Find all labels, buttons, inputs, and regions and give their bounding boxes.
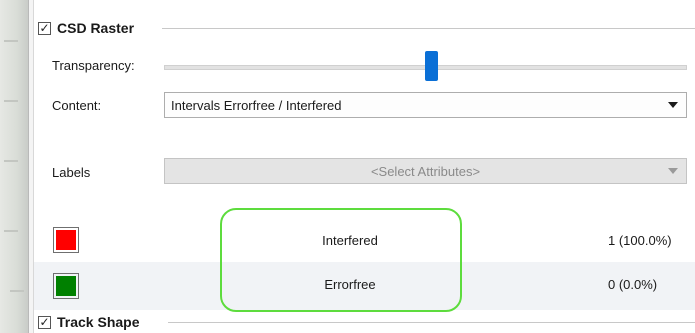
csd-raster-title: CSD Raster xyxy=(57,20,135,36)
track-shape-title: Track Shape xyxy=(57,314,140,330)
annotation-highlight-box xyxy=(220,208,462,312)
labels-dropdown-placeholder: <Select Attributes> xyxy=(370,163,481,179)
errorfree-count: 0 (0.0%) xyxy=(608,277,658,292)
map-background-strip xyxy=(0,0,28,333)
interfered-count: 1 (100.0%) xyxy=(608,233,672,248)
errorfree-color-swatch[interactable] xyxy=(53,273,79,299)
labels-label: Labels xyxy=(52,165,91,180)
track-shape-checkbox[interactable]: ✓ xyxy=(38,315,51,329)
content-dropdown-value: Intervals Errorfree / Interfered xyxy=(171,97,342,113)
content-dropdown[interactable]: Intervals Errorfree / Interfered xyxy=(164,92,687,118)
content-label: Content: xyxy=(52,98,102,113)
track-shape-header: ✓ Track Shape xyxy=(38,312,140,332)
chevron-down-icon xyxy=(668,168,678,174)
errorfree-color-fill xyxy=(56,276,76,296)
labels-dropdown[interactable]: <Select Attributes> xyxy=(164,158,687,184)
csd-raster-checkbox[interactable]: ✓ xyxy=(38,21,51,35)
transparency-label: Transparency: xyxy=(52,58,135,73)
chevron-down-icon xyxy=(668,102,678,108)
transparency-slider-thumb[interactable] xyxy=(425,51,438,81)
group-divider xyxy=(162,28,695,29)
csd-raster-header: ✓ CSD Raster xyxy=(38,18,134,38)
interfered-color-swatch[interactable] xyxy=(53,227,79,253)
group-divider xyxy=(168,322,695,323)
interfered-color-fill xyxy=(56,230,76,250)
layer-properties-panel: ✓ CSD Raster Transparency: Content: Inte… xyxy=(34,0,695,333)
